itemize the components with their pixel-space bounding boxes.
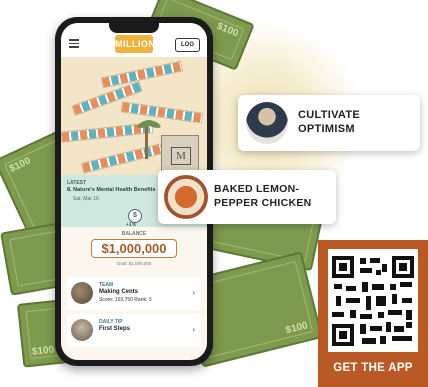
qr-code <box>332 256 414 346</box>
app-logo: MILLION <box>115 35 155 53</box>
tip-thumbnail <box>71 319 93 341</box>
menu-icon[interactable] <box>69 39 79 50</box>
balance-goal: Goal: $1,000,000 <box>116 261 152 266</box>
qr-download-panel[interactable]: GET THE APP <box>318 240 428 387</box>
food-thumbnail <box>164 175 208 219</box>
episode-date: Sat, Mar 16 <box>73 196 99 202</box>
person-avatar <box>246 102 288 144</box>
chevron-right-icon: › <box>192 325 195 334</box>
chevron-right-icon: › <box>192 288 195 297</box>
balance-section: BALANCE $1,000,000 Goal: $1,000,000 <box>61 227 207 275</box>
callout-recipe[interactable]: BAKED LEMON- PEPPER CHICKEN <box>158 170 336 224</box>
get-the-app-label[interactable]: GET THE APP <box>318 362 428 374</box>
daily-tip-card[interactable]: DAILY TIP First Steps › <box>67 314 201 347</box>
callout-cultivate-optimism[interactable]: CULTIVATE OPTIMISM <box>238 95 420 151</box>
coin-icon: $ <box>128 209 142 223</box>
balance-amount: $1,000,000 <box>91 239 177 258</box>
team-card[interactable]: TEAM Making Cents Score: 103,750 Rank: 3… <box>67 277 201 310</box>
phone-notch <box>109 23 159 33</box>
team-avatar <box>71 282 93 304</box>
building-graphic: M <box>161 135 199 171</box>
log-button[interactable]: LOG <box>175 38 200 52</box>
